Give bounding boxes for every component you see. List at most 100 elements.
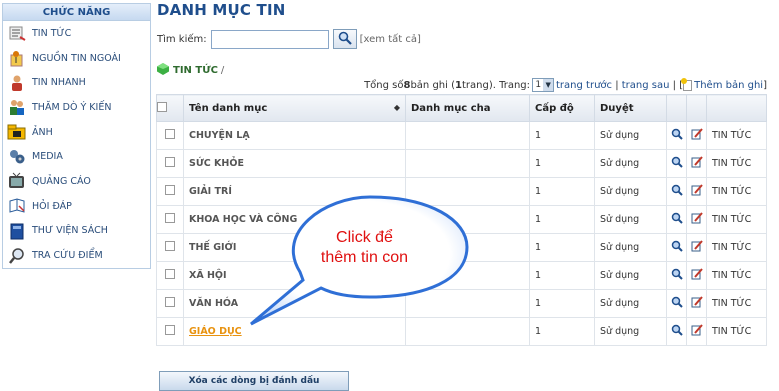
view-all-link[interactable]: [xem tất cả] [360, 34, 421, 45]
edit-icon [691, 324, 703, 339]
row-checkbox[interactable] [165, 129, 175, 139]
edit-button[interactable] [686, 261, 707, 290]
magnifier-icon [671, 296, 683, 311]
parent-news-link[interactable]: TIN TỨC [706, 317, 767, 346]
delete-selected-button[interactable]: Xóa các dòng bị đánh dấu [159, 371, 349, 391]
parent-news-link[interactable]: TIN TỨC [706, 289, 767, 318]
sidebar-item-library[interactable]: THƯ VIỆN SÁCH [3, 219, 150, 244]
header-link [706, 94, 767, 122]
edit-icon [691, 156, 703, 171]
sidebar-item-score-lookup[interactable]: TRA CỨU ĐIỂM [3, 243, 150, 268]
parent-news-link[interactable]: TIN TỨC [706, 205, 767, 234]
edit-icon [691, 184, 703, 199]
page-select[interactable]: 1 ▼ [532, 78, 555, 92]
parent-news-link[interactable]: TIN TỨC [706, 261, 767, 290]
view-button[interactable] [666, 205, 687, 234]
edit-icon [691, 296, 703, 311]
table-header-row: Tên danh mục ◆ Danh mục cha Cấp độ Duyệt [156, 94, 767, 122]
header-approve: Duyệt [594, 94, 667, 122]
prev-page-link[interactable]: trang trước [556, 80, 612, 91]
header-name-label: Tên danh mục [189, 102, 268, 114]
sidebar-item-media[interactable]: MEDIA [3, 144, 150, 169]
parent-news-link[interactable]: TIN TỨC [706, 149, 767, 178]
edit-button[interactable] [686, 317, 707, 346]
edit-icon [691, 212, 703, 227]
row-checkbox[interactable] [165, 269, 175, 279]
view-button[interactable] [666, 149, 687, 178]
sidebar-item-poll[interactable]: THĂM DÒ Ý KIẾN [3, 95, 150, 120]
search-label: Tìm kiếm: [157, 33, 207, 45]
row-checkbox-cell [156, 261, 184, 290]
category-parent [405, 121, 530, 150]
sidebar-item-ads[interactable]: QUẢNG CÁO [3, 169, 150, 194]
sidebar-item-qa[interactable]: HỎI ĐÁP [3, 194, 150, 219]
category-level: 1 [529, 317, 595, 346]
pager: Tổng số 8 bản ghi ( 1 trang). Trang: 1 ▼… [364, 77, 767, 92]
header-name[interactable]: Tên danh mục ◆ [183, 94, 406, 122]
view-button[interactable] [666, 233, 687, 262]
select-all-checkbox[interactable] [157, 101, 167, 112]
breadcrumb-current[interactable]: TIN TỨC [173, 65, 218, 76]
edit-button[interactable] [686, 205, 707, 234]
row-checkbox[interactable] [165, 157, 175, 167]
view-button[interactable] [666, 121, 687, 150]
row-checkbox[interactable] [165, 213, 175, 223]
quick-news-icon [7, 74, 27, 92]
row-checkbox[interactable] [165, 241, 175, 251]
category-level: 1 [529, 121, 595, 150]
edit-button[interactable] [686, 289, 707, 318]
table-row: CHUYỆN LẠ 1 Sử dụng TIN TỨC [156, 121, 767, 150]
sidebar-item-external-source[interactable]: NGUỒN TIN NGOÀI [3, 46, 150, 71]
view-button[interactable] [666, 289, 687, 318]
pager-text: bản ghi ( [410, 79, 455, 91]
search-input[interactable] [210, 29, 329, 49]
magnifier-icon [671, 156, 683, 171]
parent-news-link[interactable]: TIN TỨC [706, 233, 767, 262]
edit-icon [691, 240, 703, 255]
row-checkbox-cell [156, 177, 184, 206]
poll-icon [7, 98, 27, 116]
row-checkbox-cell [156, 121, 184, 150]
qa-icon [7, 197, 27, 215]
view-button[interactable] [666, 177, 687, 206]
table-row: SỨC KHỎE 1 Sử dụng TIN TỨC [156, 149, 767, 178]
callout-line: Click để [336, 229, 393, 246]
category-name[interactable]: CHUYỆN LẠ [183, 121, 406, 150]
category-level: 1 [529, 149, 595, 178]
row-checkbox[interactable] [165, 185, 175, 195]
row-checkbox[interactable] [165, 297, 175, 307]
row-checkbox[interactable] [165, 325, 175, 335]
magnifier-icon [671, 240, 683, 255]
category-level: 1 [529, 261, 595, 290]
header-edit [686, 94, 707, 122]
lookup-icon [7, 247, 27, 265]
sidebar-item-label: TRA CỨU ĐIỂM [32, 250, 103, 262]
magnifier-icon [671, 268, 683, 283]
add-record-link[interactable]: Thêm bản ghi [694, 80, 763, 91]
sidebar-item-photo[interactable]: ẢNH [3, 120, 150, 145]
magnifier-icon [671, 324, 683, 339]
sidebar-item-label: TIN TỨC [32, 27, 72, 39]
edit-button[interactable] [686, 121, 707, 150]
callout-text: Click để thêm tin con [302, 228, 427, 268]
breadcrumb: TIN TỨC / [157, 63, 224, 78]
category-level: 1 [529, 177, 595, 206]
search-button[interactable] [332, 29, 357, 49]
view-button[interactable] [666, 261, 687, 290]
category-status: Sử dụng [594, 149, 667, 178]
sort-icon[interactable]: ◆ [394, 103, 400, 112]
next-page-link[interactable]: trang sau [622, 80, 670, 91]
row-checkbox-cell [156, 149, 184, 178]
view-button[interactable] [666, 317, 687, 346]
pager-prefix: Tổng số [364, 79, 404, 91]
edit-button[interactable] [686, 177, 707, 206]
parent-news-link[interactable]: TIN TỨC [706, 121, 767, 150]
callout-line: thêm tin con [320, 249, 409, 266]
category-name[interactable]: SỨC KHỎE [183, 149, 406, 178]
gem-icon [157, 63, 169, 78]
parent-news-link[interactable]: TIN TỨC [706, 177, 767, 206]
sidebar-item-news[interactable]: TIN TỨC [3, 21, 150, 46]
sidebar-item-quick-news[interactable]: TIN NHANH [3, 70, 150, 95]
edit-button[interactable] [686, 149, 707, 178]
edit-button[interactable] [686, 233, 707, 262]
